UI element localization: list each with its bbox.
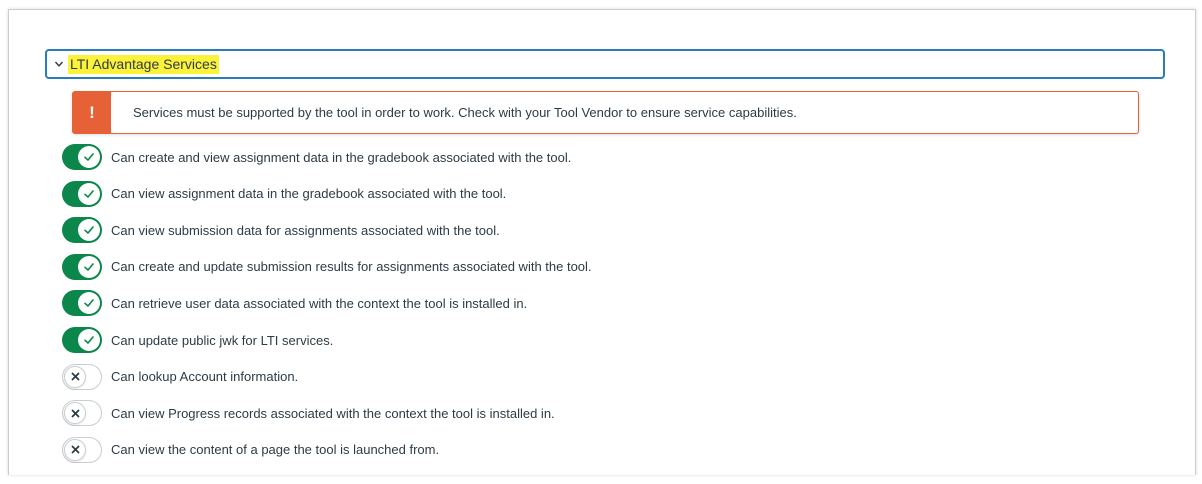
service-label: Can create and update submission results… [111, 259, 592, 275]
check-icon [78, 219, 100, 242]
service-label: Can create and view assignment data in t… [111, 149, 572, 165]
service-label: Can view the content of a page the tool … [111, 442, 440, 458]
x-icon [64, 438, 86, 461]
service-toggle[interactable] [62, 436, 102, 463]
service-toggle[interactable] [62, 144, 102, 170]
service-toggle[interactable] [62, 327, 102, 353]
x-icon [64, 365, 86, 388]
service-toggle[interactable] [62, 180, 102, 207]
warning-icon: ! [73, 92, 111, 133]
chevron-down-icon [53, 58, 65, 70]
alert-message: Services must be supported by the tool i… [133, 105, 797, 120]
check-icon [78, 292, 100, 315]
warning-alert: ! Services must be supported by the tool… [72, 91, 1139, 134]
service-row: Can update public jwk for LTI services. [62, 327, 333, 353]
service-toggle[interactable] [62, 400, 102, 427]
service-label: Can view submission data for assignments… [111, 222, 500, 238]
service-toggle[interactable] [62, 217, 102, 244]
service-label: Can retrieve user data associated with t… [111, 295, 528, 311]
service-label: Can view Progress records associated wit… [111, 405, 555, 421]
check-icon [78, 146, 100, 168]
service-toggle[interactable] [62, 253, 102, 280]
check-icon [78, 255, 100, 278]
lti-advantage-services-toggle[interactable]: LTI Advantage Services [45, 49, 1165, 79]
service-row: Can lookup Account information. [62, 363, 299, 390]
service-row: Can retrieve user data associated with t… [62, 290, 528, 317]
service-toggle[interactable] [62, 363, 102, 390]
service-label: Can update public jwk for LTI services. [111, 332, 334, 348]
x-icon [64, 402, 86, 425]
service-label: Can view assignment data in the gradeboo… [111, 186, 507, 202]
check-icon [78, 329, 100, 351]
section-title: LTI Advantage Services [68, 54, 219, 74]
check-icon [78, 182, 100, 205]
service-row: Can create and view assignment data in t… [62, 144, 571, 170]
service-toggle[interactable] [62, 290, 102, 317]
service-row: Can create and update submission results… [62, 253, 592, 280]
service-row: Can view the content of a page the tool … [62, 436, 440, 463]
service-row: Can view submission data for assignments… [62, 217, 500, 244]
service-row: Can view Progress records associated wit… [62, 400, 555, 427]
service-label: Can lookup Account information. [111, 369, 299, 385]
service-row: Can view assignment data in the gradeboo… [62, 180, 507, 207]
